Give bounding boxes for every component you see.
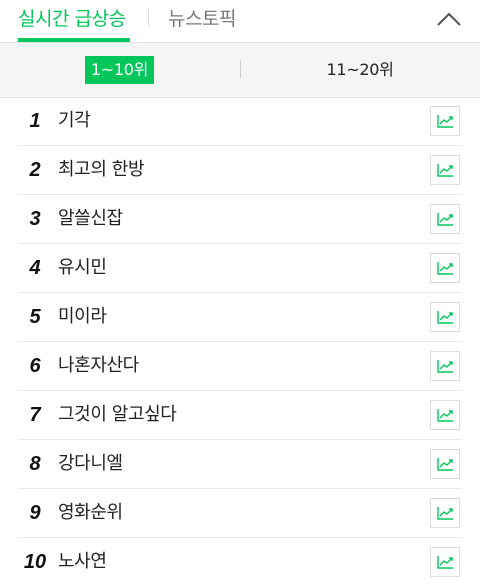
ranking-row[interactable]: 1 기각 — [18, 97, 462, 146]
ranking-row[interactable]: 7 그것이 알고싶다 — [18, 391, 462, 440]
collapse-button[interactable] — [432, 4, 466, 34]
rank-number: 9 — [29, 502, 41, 524]
trend-chart-icon — [437, 115, 453, 128]
rank-number: 5 — [29, 306, 41, 328]
rank-keyword-link[interactable]: 기각 — [58, 97, 91, 145]
active-tab-indicator — [18, 38, 130, 42]
trend-chart-icon — [437, 507, 453, 520]
rank-number: 8 — [29, 453, 41, 475]
ranking-list: 1 기각 2 최고의 한방 3 알쓸신잡 4 유시민 5 미이라 6 나혼자산다 7 그것이 알고싶다 8 강… — [18, 97, 462, 586]
rank-number: 4 — [29, 257, 41, 279]
rank-keyword-link[interactable]: 최고의 한방 — [58, 146, 145, 194]
trend-chart-button[interactable] — [430, 400, 460, 430]
trend-chart-button[interactable] — [430, 302, 460, 332]
trend-chart-icon — [437, 213, 453, 226]
trend-chart-button[interactable] — [430, 253, 460, 283]
rank-number: 7 — [29, 404, 41, 426]
tab-divider — [148, 9, 149, 27]
rank-keyword-link[interactable]: 그것이 알고싶다 — [58, 391, 177, 439]
trend-chart-icon — [437, 262, 453, 275]
rank-keyword-link[interactable]: 나혼자산다 — [58, 342, 139, 390]
range-divider — [240, 60, 241, 78]
trend-chart-icon — [437, 360, 453, 373]
ranking-row[interactable]: 10 노사연 — [18, 538, 462, 586]
ranking-row[interactable]: 9 영화순위 — [18, 489, 462, 538]
rank-number: 3 — [29, 208, 41, 230]
trend-chart-icon — [437, 311, 453, 324]
ranking-row[interactable]: 2 최고의 한방 — [18, 146, 462, 195]
range-1-10-button[interactable]: 1~10위 — [85, 56, 154, 84]
tab-realtime-rising[interactable]: 실시간 급상승 — [18, 5, 126, 33]
ranking-row[interactable]: 5 미이라 — [18, 293, 462, 342]
trend-chart-button[interactable] — [430, 498, 460, 528]
rank-number: 6 — [29, 355, 41, 377]
trend-chart-icon — [437, 458, 453, 471]
trend-chart-icon — [437, 164, 453, 177]
trend-chart-button[interactable] — [430, 449, 460, 479]
trend-chart-icon — [437, 409, 453, 422]
trend-chart-button[interactable] — [430, 351, 460, 381]
rank-keyword-link[interactable]: 유시민 — [58, 244, 107, 292]
rank-number: 10 — [23, 551, 47, 573]
rank-keyword-link[interactable]: 강다니엘 — [58, 440, 123, 488]
trend-chart-button[interactable] — [430, 547, 460, 577]
ranking-row[interactable]: 4 유시민 — [18, 244, 462, 293]
rank-keyword-link[interactable]: 알쓸신잡 — [58, 195, 123, 243]
rank-keyword-link[interactable]: 미이라 — [58, 293, 107, 341]
ranking-row[interactable]: 8 강다니엘 — [18, 440, 462, 489]
trend-chart-button[interactable] — [430, 106, 460, 136]
rank-number: 1 — [29, 110, 41, 132]
ranking-row[interactable]: 3 알쓸신잡 — [18, 195, 462, 244]
rank-number: 2 — [29, 159, 41, 181]
topic-tabs-bar: 실시간 급상승 뉴스토픽 — [0, 0, 480, 43]
chevron-up-icon — [437, 12, 461, 26]
trend-chart-button[interactable] — [430, 204, 460, 234]
ranking-row[interactable]: 6 나혼자산다 — [18, 342, 462, 391]
tab-news-topics[interactable]: 뉴스토픽 — [168, 5, 236, 33]
rank-keyword-link[interactable]: 노사연 — [58, 538, 107, 586]
rank-keyword-link[interactable]: 영화순위 — [58, 489, 123, 537]
range-11-20-button[interactable]: 11~20위 — [300, 56, 420, 84]
trend-chart-icon — [437, 556, 453, 569]
trend-chart-button[interactable] — [430, 155, 460, 185]
